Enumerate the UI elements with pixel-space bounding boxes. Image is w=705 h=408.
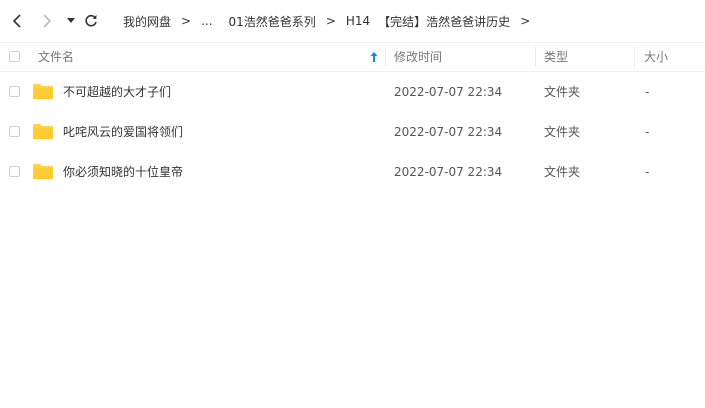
refresh-icon[interactable] — [82, 12, 100, 30]
column-divider[interactable] — [535, 47, 536, 67]
column-header-type[interactable]: 类型 — [544, 43, 568, 71]
column-header-modified[interactable]: 修改时间 — [394, 43, 442, 71]
folder-icon — [33, 84, 53, 99]
breadcrumb-item-current[interactable]: 【完结】浩然爸爸讲历史 — [378, 13, 510, 30]
file-size: - — [645, 85, 650, 99]
table-row[interactable]: 不可超越的大才子们 2022-07-07 22:34 文件夹 - — [0, 72, 705, 112]
file-type: 文件夹 — [544, 85, 581, 99]
breadcrumb-item-home[interactable]: 我的网盘 — [123, 13, 171, 30]
column-header-name[interactable]: 文件名 — [38, 43, 74, 71]
sort-up-icon[interactable] — [369, 43, 379, 71]
folder-icon — [33, 164, 53, 179]
table-row[interactable]: 叱咤风云的爱国将领们 2022-07-07 22:34 文件夹 - — [0, 112, 705, 152]
column-header-size[interactable]: 大小 — [644, 43, 668, 71]
toolbar: 我的网盘 > ... 01浩然爸爸系列 > H14 【完结】浩然爸爸讲历史 > — [0, 0, 705, 42]
back-icon[interactable] — [8, 12, 26, 30]
file-modified: 2022-07-07 22:34 — [394, 165, 503, 179]
row-checkbox[interactable] — [9, 126, 20, 137]
file-name[interactable]: 不可超越的大才子们 — [63, 72, 171, 112]
table-row[interactable]: 你必须知晓的十位皇帝 2022-07-07 22:34 文件夹 - — [0, 152, 705, 192]
select-all-checkbox[interactable] — [9, 51, 20, 62]
row-checkbox[interactable] — [9, 86, 20, 97]
column-divider[interactable] — [634, 47, 635, 67]
breadcrumb-item-series[interactable]: 01浩然爸爸系列 — [229, 13, 316, 30]
file-type: 文件夹 — [544, 125, 581, 139]
file-type: 文件夹 — [544, 165, 581, 179]
breadcrumb-separator: > — [325, 14, 336, 28]
file-list-header: 文件名 修改时间 类型 大小 — [0, 42, 705, 72]
file-modified: 2022-07-07 22:34 — [394, 85, 503, 99]
file-modified: 2022-07-07 22:34 — [394, 125, 503, 139]
file-size: - — [645, 125, 650, 139]
row-checkbox[interactable] — [9, 166, 20, 177]
dropdown-icon[interactable] — [62, 12, 80, 30]
folder-icon — [33, 124, 53, 139]
breadcrumb-separator: > — [520, 14, 531, 28]
forward-icon[interactable] — [38, 12, 56, 30]
file-size: - — [645, 165, 650, 179]
breadcrumb-item-ellipsis[interactable]: ... — [201, 14, 212, 28]
file-name[interactable]: 你必须知晓的十位皇帝 — [63, 152, 183, 192]
file-name[interactable]: 叱咤风云的爱国将领们 — [63, 112, 183, 152]
breadcrumb: 我的网盘 > ... 01浩然爸爸系列 > H14 【完结】浩然爸爸讲历史 > — [123, 0, 540, 42]
breadcrumb-separator: > — [181, 14, 192, 28]
breadcrumb-item-h14[interactable]: H14 — [346, 14, 370, 28]
column-divider[interactable] — [385, 47, 386, 67]
